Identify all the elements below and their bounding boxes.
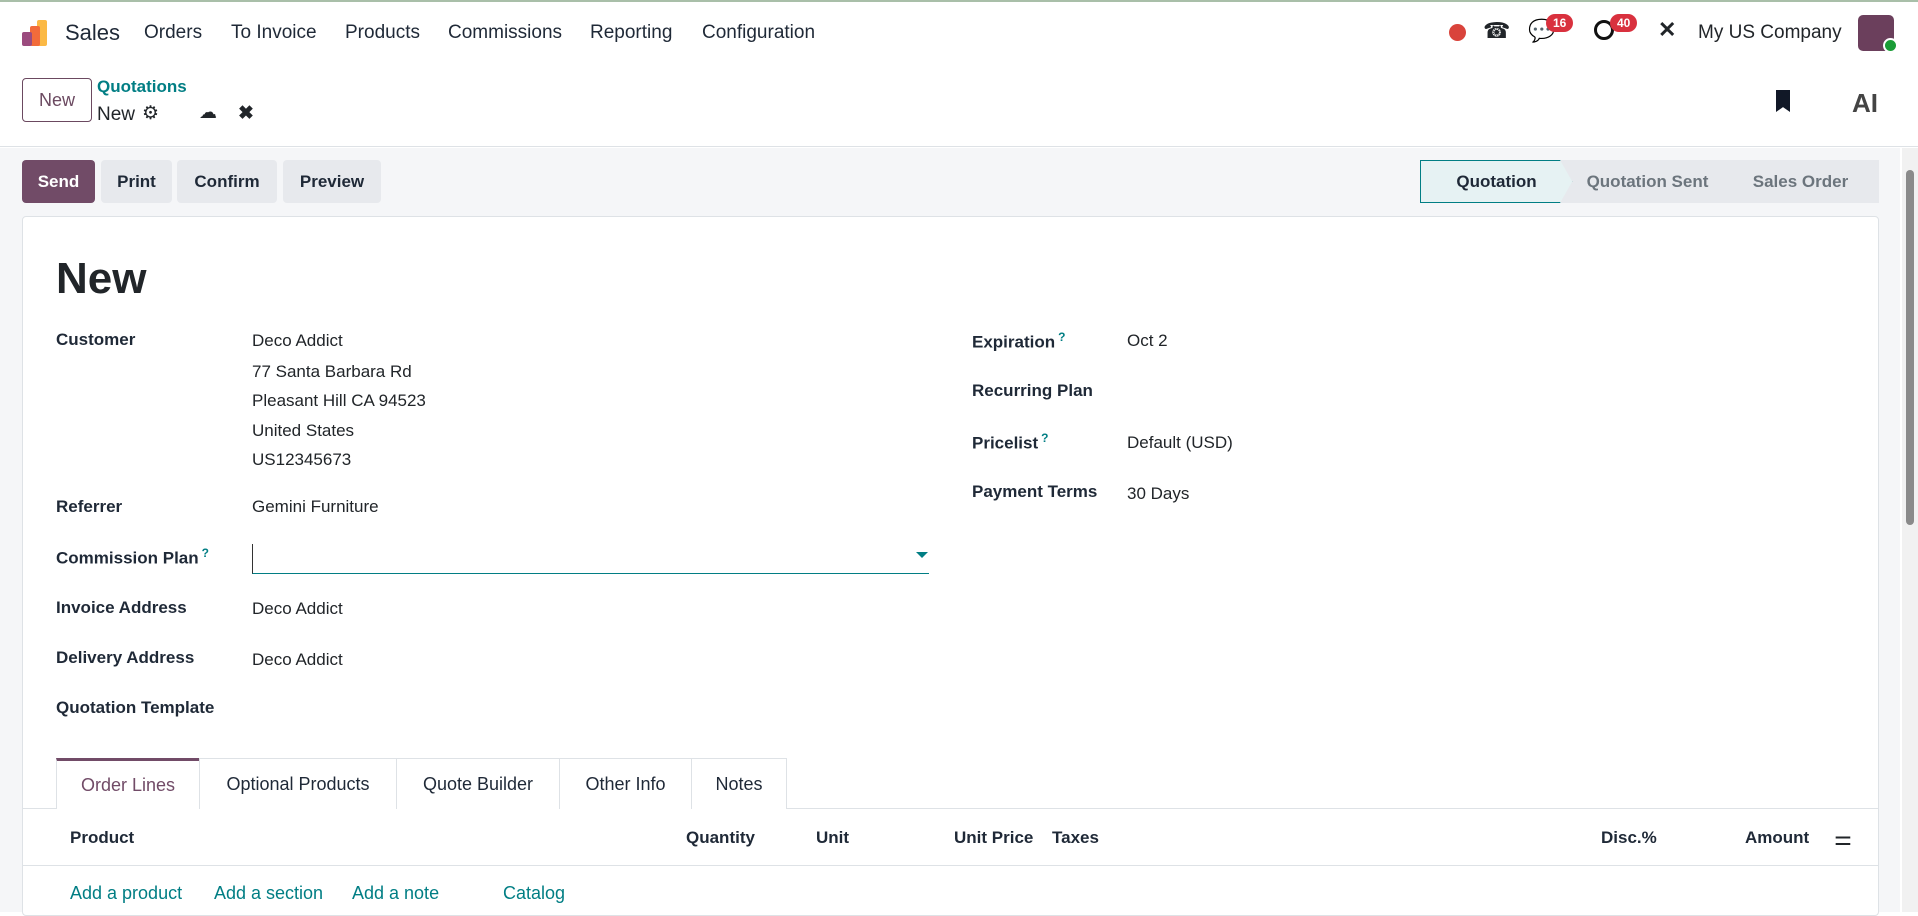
tab-optional-products[interactable]: Optional Products — [199, 758, 397, 809]
expiration-field[interactable]: Oct 2 — [1127, 331, 1168, 351]
commission-plan-label: Commission Plan? — [56, 546, 209, 568]
customer-name[interactable]: Deco Addict — [252, 331, 343, 351]
gear-icon[interactable]: ⚙ — [142, 102, 159, 125]
activities-badge: 40 — [1610, 14, 1638, 32]
preview-button[interactable]: Preview — [283, 160, 381, 203]
status-sales-order[interactable]: Sales Order — [1722, 160, 1879, 203]
breadcrumb-quotations[interactable]: Quotations — [97, 77, 187, 97]
payment-terms-label: Payment Terms — [972, 482, 1098, 501]
column-product[interactable]: Product — [70, 828, 134, 848]
help-icon[interactable]: ? — [1058, 330, 1065, 344]
payment-terms-field[interactable]: 30 Days — [1127, 484, 1189, 504]
control-panel — [0, 67, 1918, 147]
app-name[interactable]: Sales — [65, 20, 120, 46]
menu-orders[interactable]: Orders — [144, 22, 202, 44]
online-status-icon — [1883, 38, 1898, 53]
breadcrumb-current: New — [97, 104, 136, 125]
new-record-button[interactable]: New — [22, 78, 92, 122]
menu-products[interactable]: Products — [345, 22, 420, 44]
save-cloud-icon[interactable]: ☁ — [199, 102, 217, 123]
column-amount[interactable]: Amount — [1745, 828, 1809, 848]
customer-vat: US12345673 — [252, 450, 352, 469]
column-taxes[interactable]: Taxes — [1052, 828, 1099, 848]
referrer-label: Referrer — [56, 497, 123, 516]
menu-commissions[interactable]: Commissions — [448, 22, 562, 44]
pricelist-field[interactable]: Default (USD) — [1127, 433, 1233, 453]
scrollbar-thumb[interactable] — [1906, 170, 1914, 525]
pricelist-label: Pricelist? — [972, 431, 1049, 453]
customer-street: 77 Santa Barbara Rd — [252, 362, 412, 381]
column-settings-icon[interactable]: ⚌ — [1834, 826, 1852, 851]
add-section-link[interactable]: Add a section — [214, 883, 323, 904]
messages-badge: 16 — [1546, 14, 1574, 32]
quotation-template-label: Quotation Template — [56, 698, 215, 717]
customer-city: Pleasant Hill CA 94523 — [252, 391, 426, 410]
referrer-field[interactable]: Gemini Furniture — [252, 497, 379, 517]
commission-plan-input[interactable] — [252, 544, 929, 574]
column-quantity[interactable]: Quantity — [686, 828, 755, 848]
tab-other-info[interactable]: Other Info — [559, 758, 692, 809]
record-title: New — [56, 254, 147, 303]
tab-notes[interactable]: Notes — [691, 758, 787, 809]
tab-quote-builder[interactable]: Quote Builder — [396, 758, 560, 809]
phone-icon[interactable]: ☎ — [1483, 18, 1510, 44]
dropdown-caret-icon[interactable] — [916, 552, 928, 558]
scrollbar[interactable] — [1902, 148, 1918, 912]
column-discount[interactable]: Disc.% — [1601, 828, 1657, 848]
customer-country: United States — [252, 421, 355, 440]
invoice-address-label: Invoice Address — [56, 598, 187, 617]
ai-icon[interactable]: AI — [1852, 88, 1878, 119]
menu-to-invoice[interactable]: To Invoice — [231, 22, 317, 44]
delivery-address-field[interactable]: Deco Addict — [252, 650, 343, 670]
delivery-address-label: Delivery Address — [56, 648, 195, 667]
status-quotation[interactable]: Quotation — [1420, 160, 1573, 203]
recurring-plan-label: Recurring Plan — [972, 381, 1093, 400]
add-note-link[interactable]: Add a note — [352, 883, 439, 904]
menu-configuration[interactable]: Configuration — [702, 22, 815, 44]
customer-label: Customer — [56, 330, 136, 349]
help-icon[interactable]: ? — [1041, 431, 1048, 445]
discard-icon[interactable]: ✖ — [238, 102, 254, 125]
column-unit[interactable]: Unit — [816, 828, 849, 848]
company-switcher[interactable]: My US Company — [1698, 22, 1842, 44]
send-button[interactable]: Send — [22, 160, 95, 203]
add-product-link[interactable]: Add a product — [70, 883, 182, 904]
confirm-button[interactable]: Confirm — [177, 160, 277, 203]
invoice-address-field[interactable]: Deco Addict — [252, 599, 343, 619]
tools-icon[interactable]: ✕ — [1658, 17, 1676, 43]
sales-app-icon[interactable] — [20, 18, 50, 53]
expiration-label: Expiration? — [972, 330, 1066, 352]
tab-order-lines[interactable]: Order Lines — [56, 758, 200, 809]
print-button[interactable]: Print — [101, 160, 172, 203]
catalog-link[interactable]: Catalog — [503, 883, 565, 904]
help-icon[interactable]: ? — [202, 546, 209, 560]
recording-dot-icon[interactable] — [1449, 24, 1466, 41]
menu-reporting[interactable]: Reporting — [590, 22, 672, 44]
status-quotation-sent[interactable]: Quotation Sent — [1560, 160, 1735, 203]
table-header-divider — [22, 865, 1879, 866]
user-avatar[interactable] — [1858, 15, 1898, 53]
column-unit-price[interactable]: Unit Price — [954, 828, 1033, 848]
